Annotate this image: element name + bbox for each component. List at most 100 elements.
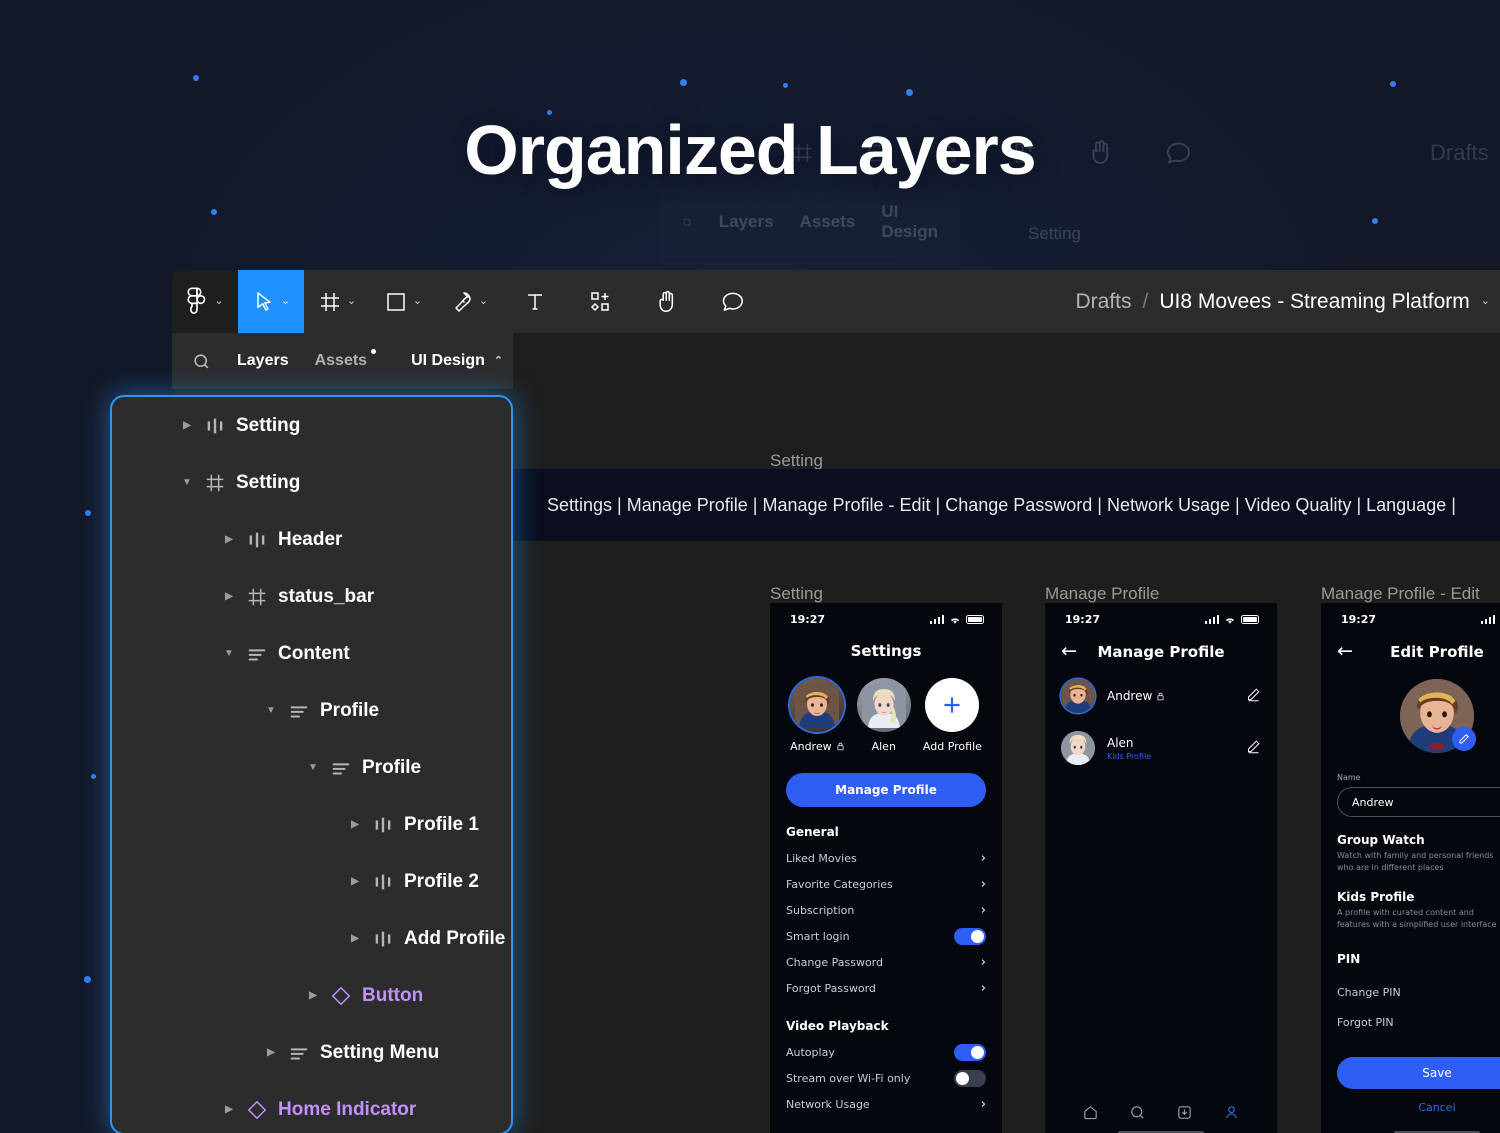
setting-row-autoplay[interactable]: Autoplay	[786, 1039, 986, 1065]
edit-avatar-wrap[interactable]	[1400, 679, 1474, 753]
disclosure-open-icon[interactable]: ▼	[218, 649, 240, 659]
screen-title: Settings	[770, 642, 1002, 660]
pencil-icon[interactable]	[1452, 727, 1476, 751]
disclosure-open-icon[interactable]: ▼	[260, 706, 282, 716]
move-tool-button[interactable]: ⌄	[238, 270, 304, 333]
layers-panel[interactable]: ▶Setting▼Setting▶Header▶status_bar ▼ Conte…	[110, 395, 513, 1133]
frame-tool-button[interactable]: ⌄	[304, 270, 370, 333]
phone-frame-manage-profile[interactable]: 19:27 ← Manage Profile	[1045, 603, 1277, 1133]
home-icon[interactable]	[1082, 1104, 1099, 1121]
manage-profile-button[interactable]: Manage Profile	[786, 773, 986, 807]
layer-row[interactable]: ▼ Profile	[112, 739, 511, 796]
group-icon	[288, 1042, 310, 1064]
disclosure-closed-icon[interactable]: ▶	[344, 820, 366, 830]
stream-wifi-toggle[interactable]	[954, 1070, 986, 1087]
setting-row-stream-wifi[interactable]: Stream over Wi-Fi only	[786, 1065, 986, 1091]
layer-name: Profile	[362, 757, 421, 779]
save-button[interactable]: Save	[1337, 1057, 1500, 1089]
component-icon	[372, 928, 394, 950]
figma-canvas[interactable]: Setting Settings | Manage Profile | Mana…	[513, 333, 1500, 1133]
row-label: Forgot Password	[786, 982, 876, 995]
layer-row[interactable]: ▼Profile	[112, 682, 511, 739]
chevron-down-icon: ⌄	[479, 296, 488, 307]
andrew-avatar	[1061, 679, 1095, 713]
chevron-down-icon: ⌄	[413, 296, 422, 307]
link-forgot-pin[interactable]: Forgot PIN›	[1337, 1009, 1500, 1035]
profile-cell-add[interactable]: Add Profile	[923, 678, 982, 753]
pen-tool-button[interactable]: ⌄	[436, 270, 502, 333]
layer-name: Content	[278, 643, 350, 665]
layer-row[interactable]: ▶Add Profile	[112, 910, 511, 967]
layer-row[interactable]: ▶ Profile 2	[112, 853, 511, 910]
disclosure-closed-icon[interactable]: ▶	[218, 535, 240, 545]
assets-unread-dot	[371, 349, 376, 354]
row-label: Stream over Wi-Fi only	[786, 1072, 910, 1085]
tab-layers[interactable]: Layers	[237, 352, 289, 370]
disclosure-closed-icon[interactable]: ▶	[218, 592, 240, 602]
layer-row[interactable]: ▶Profile 1	[112, 796, 511, 853]
disclosure-closed-icon[interactable]: ▶	[302, 991, 324, 1001]
layer-row[interactable]: ▼ Content	[112, 625, 511, 682]
breadcrumb-parent[interactable]: Drafts	[1075, 290, 1131, 314]
setting-row-liked-movies[interactable]: Liked Movies›	[786, 845, 986, 871]
text-tool-button[interactable]	[502, 270, 568, 333]
download-icon[interactable]	[1176, 1104, 1193, 1121]
disclosure-open-icon[interactable]: ▼	[302, 763, 324, 773]
ghost-tab-layers: Layers	[719, 212, 774, 232]
manage-profile-row-alen[interactable]: Alen Kids Profile	[1061, 731, 1261, 765]
decorative-dot	[84, 976, 91, 983]
setting-row-favorite-categories[interactable]: Favorite Categories›	[786, 871, 986, 897]
layer-name: Profile 2	[404, 871, 479, 893]
figma-logo-button[interactable]: ⌄	[172, 270, 238, 333]
setting-row-network-usage[interactable]: Network Usage›	[786, 1091, 986, 1117]
search-icon[interactable]	[192, 352, 211, 371]
name-input[interactable]: Andrew	[1337, 787, 1500, 817]
layer-row[interactable]: ▶Button	[112, 967, 511, 1024]
layer-type-icon	[240, 1099, 274, 1121]
setting-row-change-password[interactable]: Change Password›	[786, 949, 986, 975]
layer-row[interactable]: ▼Setting	[112, 454, 511, 511]
disclosure-open-icon[interactable]: ▼	[176, 478, 198, 488]
setting-row-subscription[interactable]: Subscription›	[786, 897, 986, 923]
tab-assets[interactable]: Assets	[315, 352, 367, 370]
search-icon[interactable]	[1129, 1104, 1146, 1121]
profile-info: Andrew	[1107, 689, 1234, 703]
breadcrumb[interactable]: Drafts / UI8 Movees - Streaming Platform…	[1075, 270, 1490, 333]
disclosure-closed-icon[interactable]: ▶	[260, 1048, 282, 1058]
breadcrumb-file-name[interactable]: UI8 Movees - Streaming Platform	[1159, 290, 1469, 314]
setting-row-smart-login[interactable]: Smart login	[786, 923, 986, 949]
disclosure-closed-icon[interactable]: ▶	[344, 877, 366, 887]
avatar-art	[1061, 731, 1095, 765]
components-tool-button[interactable]	[568, 270, 634, 333]
profile-cell-andrew[interactable]: Andrew	[790, 678, 845, 753]
layer-row[interactable]: ▶status_bar	[112, 568, 511, 625]
hand-tool-button[interactable]	[634, 270, 700, 333]
phone-frame-settings[interactable]: 19:27 Settings	[770, 603, 1002, 1133]
comment-tool-button[interactable]	[700, 270, 766, 333]
text-tool-icon	[523, 290, 547, 314]
layer-row[interactable]: ▶Header	[112, 511, 511, 568]
layer-row[interactable]: ▶Setting Menu	[112, 1024, 511, 1081]
setting-row-forgot-password[interactable]: Forgot Password›	[786, 975, 986, 1001]
chevron-down-icon: ⌄	[214, 296, 223, 307]
pencil-icon[interactable]	[1246, 739, 1261, 758]
pencil-icon[interactable]	[1246, 687, 1261, 706]
layer-row[interactable]: ▶Setting	[112, 397, 511, 454]
chevron-down-icon[interactable]: ⌄	[1481, 296, 1490, 307]
disclosure-closed-icon[interactable]: ▶	[218, 1105, 240, 1115]
disclosure-closed-icon[interactable]: ▶	[176, 421, 198, 431]
link-change-pin[interactable]: Change PIN›	[1337, 979, 1500, 1005]
profile-icon[interactable]	[1223, 1104, 1240, 1121]
shape-tool-button[interactable]: ⌄	[370, 270, 436, 333]
add-profile-icon	[925, 678, 979, 732]
layer-row[interactable]: ▶Home Indicator	[112, 1081, 511, 1133]
cancel-button[interactable]: Cancel	[1321, 1101, 1500, 1114]
autoplay-toggle[interactable]	[954, 1044, 986, 1061]
profile-cell-alen[interactable]: Alen	[857, 678, 911, 753]
phone-frame-edit-profile[interactable]: 19:27 ← Edit Profile	[1321, 603, 1500, 1133]
smart-login-toggle[interactable]	[954, 928, 986, 945]
disclosure-closed-icon[interactable]: ▶	[344, 934, 366, 944]
page-selector[interactable]: UI Design ⌃	[411, 352, 503, 370]
manage-profile-row-andrew[interactable]: Andrew	[1061, 679, 1261, 713]
chevron-right-icon: ›	[981, 955, 986, 970]
